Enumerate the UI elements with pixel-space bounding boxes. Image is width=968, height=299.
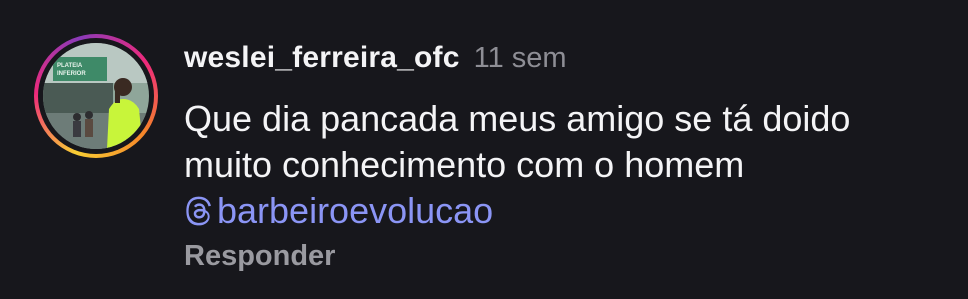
- avatar-bg-person-2: [85, 111, 93, 119]
- reply-button[interactable]: Responder: [184, 240, 335, 273]
- comment-text: Que dia pancada meus amigo se tá doido m…: [184, 96, 944, 237]
- comment: PLATEIA INFERIOR weslei_ferreira_ofc 11 …: [0, 0, 968, 299]
- avatar-bg-person-2-body: [85, 119, 93, 137]
- avatar-wall: [43, 83, 113, 113]
- avatar-frame: PLATEIA INFERIOR: [38, 38, 154, 154]
- avatar-sign-text-1: PLATEIA: [57, 63, 83, 69]
- avatar-sign: [53, 57, 107, 81]
- mention-link[interactable]: barbeiroevolucao: [184, 188, 493, 234]
- avatar-bg-person-1: [73, 113, 81, 121]
- threads-icon: [186, 196, 211, 226]
- mention-line: barbeiroevolucao: [184, 188, 944, 237]
- comment-header: weslei_ferreira_ofc 11 sem: [184, 38, 567, 78]
- avatar[interactable]: PLATEIA INFERIOR: [43, 43, 149, 149]
- comment-text-line-2: muito conhecimento com o homem: [184, 144, 745, 185]
- avatar-sign-text-2: INFERIOR: [57, 71, 86, 77]
- comment-text-line-1: Que dia pancada meus amigo se tá doido: [184, 98, 851, 139]
- timestamp: 11 sem: [473, 41, 567, 74]
- avatar-bg-person-1-body: [73, 121, 81, 137]
- avatar-arm: [115, 89, 120, 103]
- username[interactable]: weslei_ferreira_ofc: [184, 41, 460, 75]
- mention-username: barbeiroevolucao: [217, 190, 494, 231]
- avatar-story-ring[interactable]: PLATEIA INFERIOR: [34, 34, 158, 158]
